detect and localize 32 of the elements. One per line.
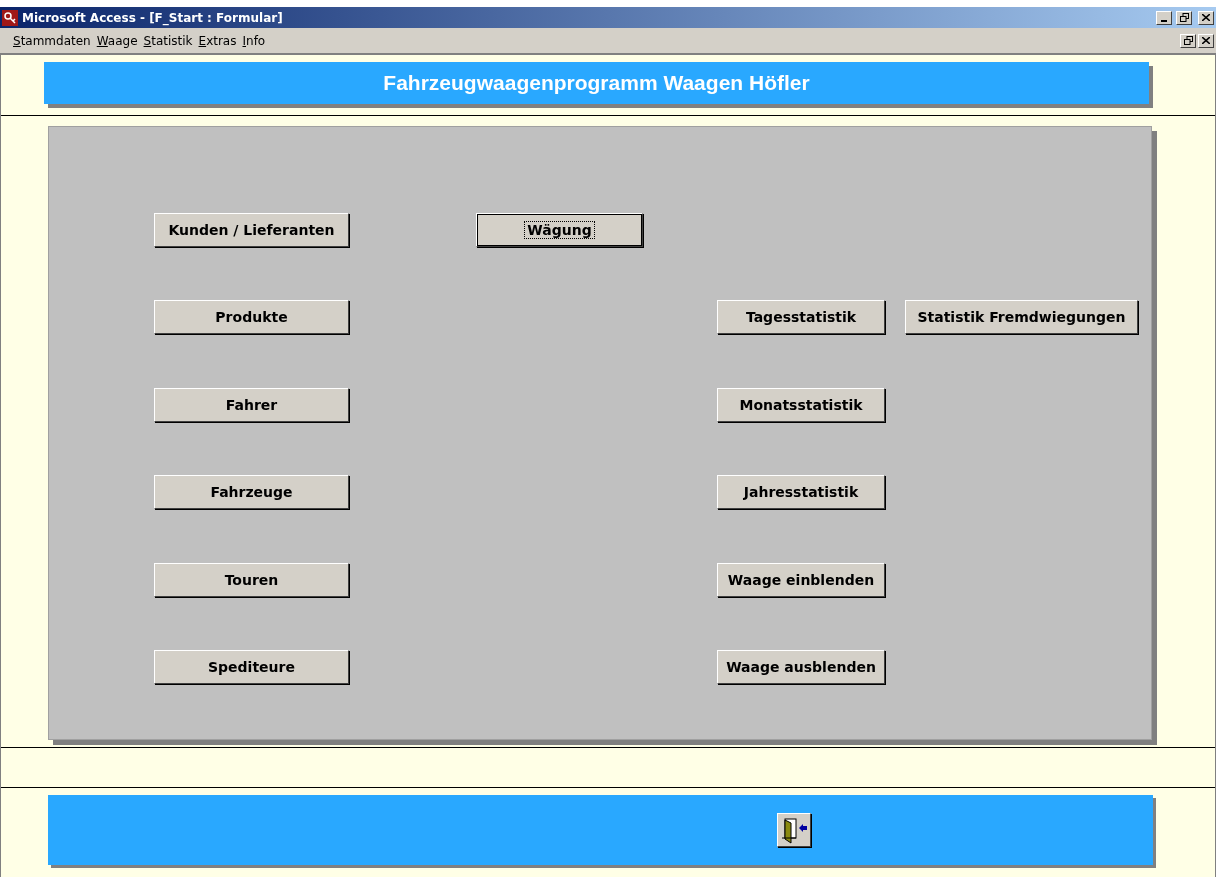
door-exit-icon — [781, 816, 807, 844]
menu-button[interactable]: Spediteure — [154, 649, 349, 684]
menu-button[interactable]: Kunden / Lieferanten — [154, 213, 349, 247]
menu-item[interactable]: Info — [239, 33, 269, 48]
minimize-button[interactable] — [1156, 10, 1172, 25]
restore-icon — [1179, 13, 1189, 22]
menu-button[interactable]: Fahrzeuge — [154, 475, 349, 510]
exit-button[interactable] — [777, 813, 811, 847]
statistics-button[interactable]: Waage ausblenden — [717, 649, 885, 684]
window-title: Microsoft Access - [F_Start : Formular] — [22, 10, 284, 25]
menu-item[interactable]: Stammdaten — [10, 33, 94, 48]
close-icon — [1202, 37, 1210, 44]
weighing-button[interactable]: Wägung — [476, 213, 643, 247]
statistics-button[interactable]: Jahresstatistik — [717, 475, 885, 510]
statistics-button[interactable]: Monatsstatistik — [717, 387, 885, 422]
menu-item[interactable]: Extras — [195, 33, 240, 48]
menu-button[interactable]: Touren — [154, 562, 349, 597]
restore-button[interactable] — [1180, 33, 1196, 48]
minimize-icon — [1161, 19, 1167, 22]
menu-item[interactable]: Waage — [93, 33, 141, 48]
statistics-button[interactable]: Waage einblenden — [717, 562, 885, 597]
restore-button[interactable] — [1176, 10, 1192, 25]
menu-item[interactable]: Statistik — [140, 33, 196, 48]
statistics-button[interactable]: Tagesstatistik — [717, 300, 885, 335]
restore-icon — [1183, 36, 1193, 45]
close-button[interactable] — [1198, 33, 1214, 48]
close-icon — [1202, 14, 1210, 21]
menu-button[interactable]: Fahrer — [154, 387, 349, 422]
statistics-button[interactable]: Statistik Fremdwiegungen — [905, 300, 1138, 335]
menu-button[interactable]: Produkte — [154, 300, 349, 335]
close-button[interactable] — [1198, 10, 1214, 25]
key-icon — [2, 9, 18, 26]
